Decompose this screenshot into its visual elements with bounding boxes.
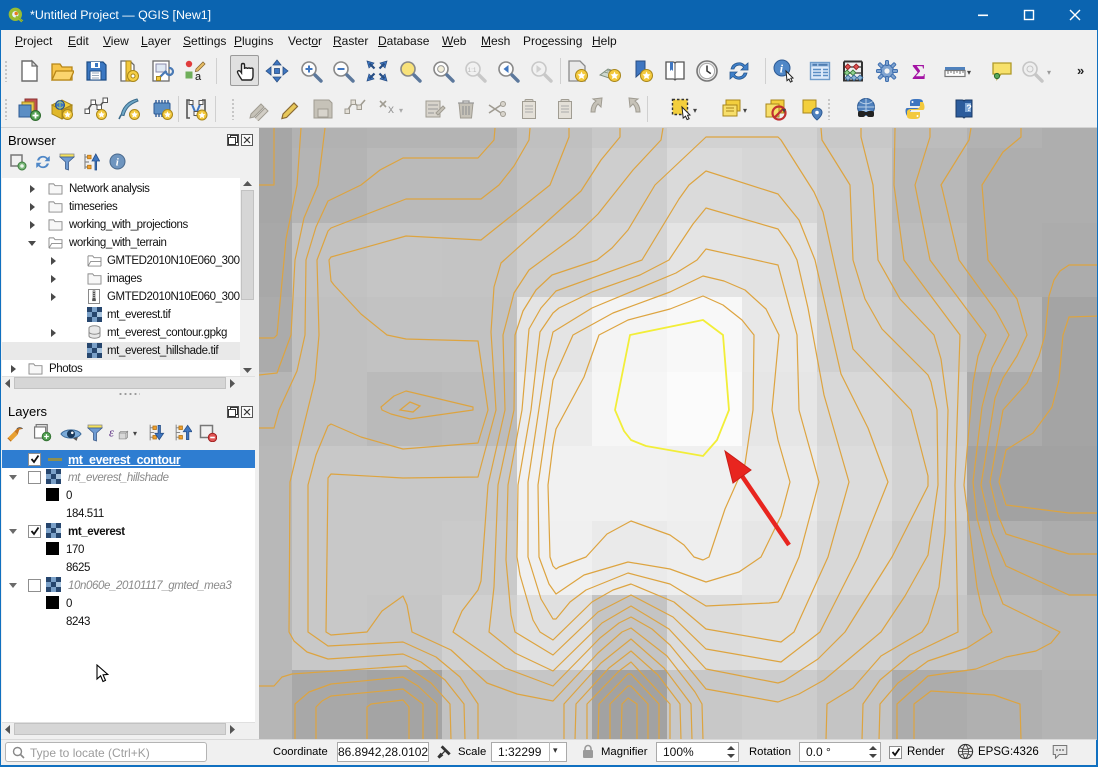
svg-text:a: a bbox=[195, 71, 202, 83]
svg-text:?: ? bbox=[966, 103, 972, 113]
svg-text:Σ: Σ bbox=[912, 60, 926, 83]
svg-text:1:1: 1:1 bbox=[468, 67, 477, 74]
svg-text:x: x bbox=[388, 102, 394, 116]
svg-text:ε: ε bbox=[109, 425, 114, 439]
